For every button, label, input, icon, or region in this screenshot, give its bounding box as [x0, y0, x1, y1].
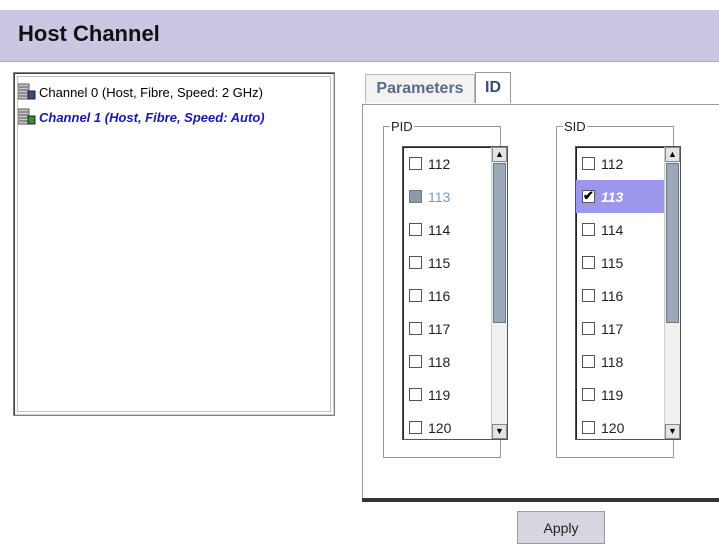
pid-item-label: 117	[428, 320, 451, 337]
sid-checkbox[interactable]	[582, 256, 595, 269]
tab-label: ID	[485, 79, 501, 96]
pid-checkbox[interactable]	[409, 388, 422, 401]
pid-checkbox[interactable]	[409, 421, 422, 434]
scroll-up-arrow-icon[interactable]: ▲	[665, 147, 680, 162]
host-channel-icon	[17, 83, 36, 101]
sid-legend: SID	[563, 119, 587, 134]
pid-checkbox[interactable]	[409, 256, 422, 269]
scroll-down-arrow-icon[interactable]: ▼	[492, 424, 507, 439]
page-title: Host Channel	[18, 21, 160, 46]
pid-checkbox[interactable]	[409, 223, 422, 236]
sid-checkbox[interactable]	[582, 388, 595, 401]
tab-parameters[interactable]: Parameters	[365, 74, 475, 103]
host-channel-icon	[17, 108, 36, 126]
sid-item-label: 115	[601, 254, 624, 271]
sid-checkbox[interactable]	[582, 322, 595, 335]
sid-scroll-thumb[interactable]	[666, 163, 679, 323]
pid-item-label: 120	[428, 419, 452, 436]
pid-list-item[interactable]: 116	[403, 279, 491, 312]
pid-checkbox	[409, 190, 422, 203]
pid-list-item[interactable]: 112	[403, 147, 491, 180]
pid-item-label: 118	[428, 353, 451, 370]
tree-node-label: Channel 1 (Host, Fibre, Speed: Auto)	[39, 109, 265, 125]
sid-list-item[interactable]: 115	[576, 246, 664, 279]
sid-checkbox[interactable]	[582, 421, 595, 434]
sid-checkbox[interactable]	[582, 355, 595, 368]
scroll-up-arrow-icon[interactable]: ▲	[492, 147, 507, 162]
sid-list-item[interactable]: 112	[576, 147, 664, 180]
page-header: Host Channel	[0, 10, 719, 62]
apply-button[interactable]: Apply	[517, 511, 605, 544]
tree-node-label: Channel 0 (Host, Fibre, Speed: 2 GHz)	[39, 84, 263, 100]
pid-item-label: 113	[428, 188, 451, 205]
pid-list-item[interactable]: 117	[403, 312, 491, 345]
pid-scroll-thumb[interactable]	[493, 163, 506, 323]
pid-checkbox[interactable]	[409, 322, 422, 335]
sid-item-label: 112	[601, 155, 624, 172]
pid-checkbox[interactable]	[409, 355, 422, 368]
sid-checkbox[interactable]	[582, 157, 595, 170]
pid-list-item[interactable]: 120	[403, 411, 491, 439]
scroll-down-arrow-icon[interactable]: ▼	[665, 424, 680, 439]
pid-item-label: 116	[428, 287, 451, 304]
sid-list-item[interactable]: 116	[576, 279, 664, 312]
tree-node-channel-1[interactable]: Channel 1 (Host, Fibre, Speed: Auto)	[17, 107, 265, 127]
sid-list-item[interactable]: 119	[576, 378, 664, 411]
sid-checkbox[interactable]	[582, 223, 595, 236]
sid-item-label: 118	[601, 353, 624, 370]
pid-checkbox[interactable]	[409, 157, 422, 170]
tab-id[interactable]: ID	[475, 72, 511, 103]
panel-divider	[362, 498, 719, 502]
pid-legend: PID	[390, 119, 414, 134]
sid-list-item[interactable]: 114	[576, 213, 664, 246]
tree-node-channel-0[interactable]: Channel 0 (Host, Fibre, Speed: 2 GHz)	[17, 82, 263, 102]
checkmark-icon: ✔	[583, 188, 594, 203]
pid-list-item[interactable]: 118	[403, 345, 491, 378]
channel-tree[interactable]: Channel 0 (Host, Fibre, Speed: 2 GHz) Ch…	[13, 72, 335, 416]
pid-item-label: 114	[428, 221, 451, 238]
pid-list-item: 113	[403, 180, 491, 213]
pid-checkbox[interactable]	[409, 289, 422, 302]
sid-item-label: 114	[601, 221, 624, 238]
pid-listbox[interactable]: 120 119 118 117 116 115 114 113 112 ▲ ▼	[402, 146, 508, 440]
sid-list-item[interactable]: 120	[576, 411, 664, 439]
sid-item-label: 117	[601, 320, 624, 337]
sid-checkbox[interactable]	[582, 289, 595, 302]
pid-list-item[interactable]: 119	[403, 378, 491, 411]
sid-scrollbar[interactable]: ▲ ▼	[664, 147, 680, 439]
sid-list-item[interactable]: 118	[576, 345, 664, 378]
sid-list-item[interactable]: 117	[576, 312, 664, 345]
tab-label: Parameters	[376, 80, 464, 97]
sid-item-label: 113	[601, 188, 624, 205]
sid-item-label: 116	[601, 287, 624, 304]
pid-list-item[interactable]: 114	[403, 213, 491, 246]
pid-item-label: 112	[428, 155, 451, 172]
pid-scrollbar[interactable]: ▲ ▼	[491, 147, 507, 439]
sid-list-item[interactable]: ✔ 113	[576, 180, 664, 213]
sid-item-label: 120	[601, 419, 625, 436]
pid-list-item[interactable]: 115	[403, 246, 491, 279]
sid-listbox[interactable]: 120 119 118 117 116 115 114 ✔ 113 112 ▲ ▼	[575, 146, 681, 440]
sid-checkbox[interactable]: ✔	[582, 188, 595, 203]
sid-item-label: 119	[601, 386, 624, 403]
pid-item-label: 115	[428, 254, 451, 271]
pid-item-label: 119	[428, 386, 451, 403]
